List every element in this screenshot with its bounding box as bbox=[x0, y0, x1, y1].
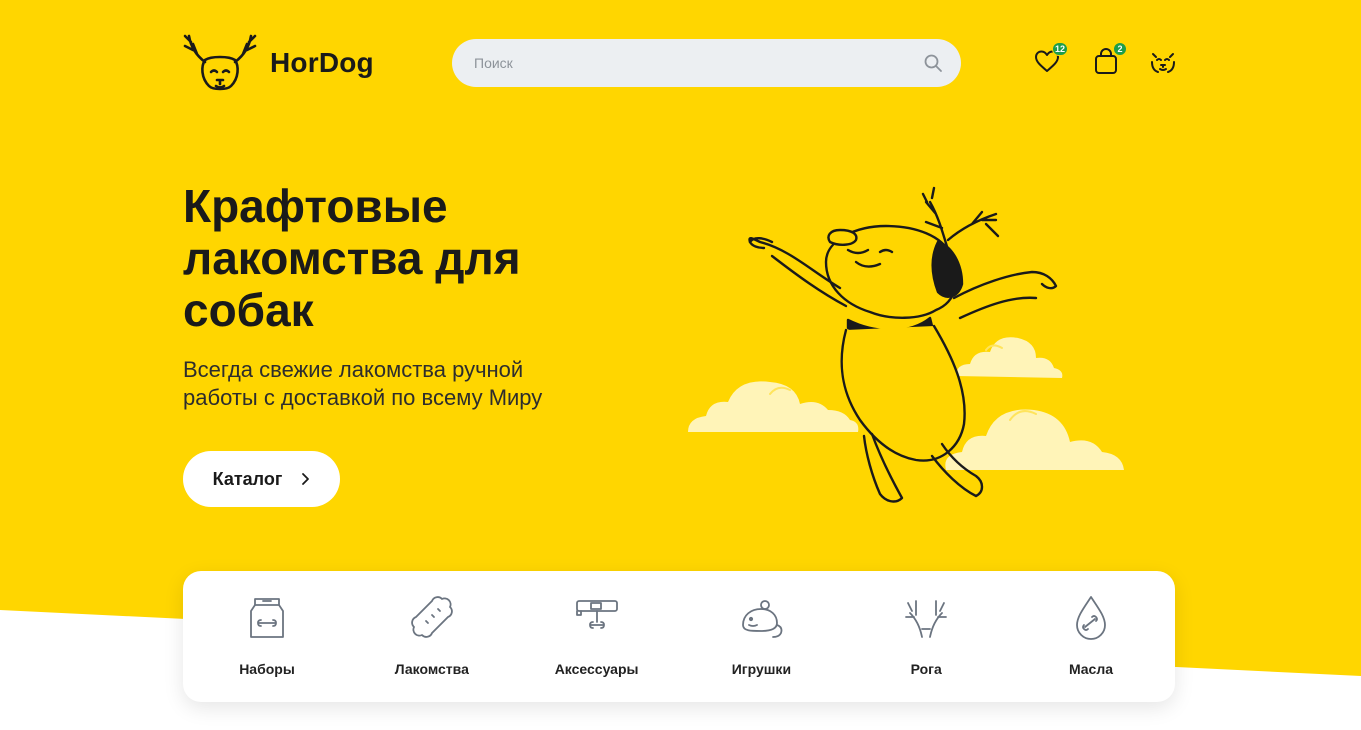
bag-icon bbox=[250, 598, 284, 638]
category-oils[interactable]: Масла bbox=[1009, 571, 1173, 702]
logo[interactable]: HorDog bbox=[183, 26, 374, 100]
category-label: Наборы bbox=[239, 661, 295, 677]
category-label: Рога bbox=[910, 661, 942, 677]
hero-subtitle: Всегда свежие лакомства ручной работы с … bbox=[183, 357, 543, 410]
dog-face-profile-icon bbox=[1151, 53, 1175, 73]
chevron-right-icon bbox=[302, 473, 310, 485]
category-label: Игрушки bbox=[731, 661, 792, 677]
catalog-button[interactable]: Каталог bbox=[183, 451, 340, 507]
mouse-toy-icon bbox=[742, 600, 783, 638]
category-treats[interactable]: Лакомства bbox=[350, 571, 514, 702]
catalog-button-label: Каталог bbox=[212, 468, 283, 489]
category-antlers[interactable]: Рога bbox=[844, 571, 1008, 702]
flying-dog-illustration bbox=[688, 186, 1124, 503]
cloud-right-small bbox=[956, 337, 1063, 378]
bone-icon bbox=[411, 596, 453, 638]
favorites-count-badge: 12 bbox=[1051, 42, 1068, 56]
category-toys[interactable]: Игрушки bbox=[679, 571, 843, 702]
favorites-button[interactable]: 12 bbox=[1032, 42, 1068, 76]
cart-button[interactable]: 2 bbox=[1091, 42, 1127, 76]
oil-drop-icon bbox=[1076, 596, 1106, 640]
brand-name: HorDog bbox=[270, 47, 374, 78]
antlers-icon bbox=[905, 600, 948, 638]
accessory-icon bbox=[575, 600, 618, 629]
category-label: Масла bbox=[1068, 661, 1114, 677]
deer-dog-logo-icon bbox=[183, 34, 257, 91]
categories-bar: Наборы Лакомства Аксессуары Игрушки Рога… bbox=[183, 571, 1175, 702]
search-bar bbox=[452, 39, 961, 87]
hero-title: Крафтовые лакомства для собак bbox=[183, 180, 521, 336]
cart-count-badge: 2 bbox=[1113, 42, 1127, 56]
cloud-right-large bbox=[945, 409, 1124, 470]
category-label: Лакомства bbox=[394, 661, 469, 677]
category-label: Аксессуары bbox=[554, 661, 639, 677]
category-sets[interactable]: Наборы bbox=[185, 571, 349, 702]
search-input[interactable] bbox=[472, 54, 923, 72]
search-icon[interactable] bbox=[923, 53, 943, 73]
cloud-left bbox=[688, 381, 859, 432]
profile-button[interactable] bbox=[1148, 46, 1178, 76]
category-accessories[interactable]: Аксессуары bbox=[515, 571, 679, 702]
